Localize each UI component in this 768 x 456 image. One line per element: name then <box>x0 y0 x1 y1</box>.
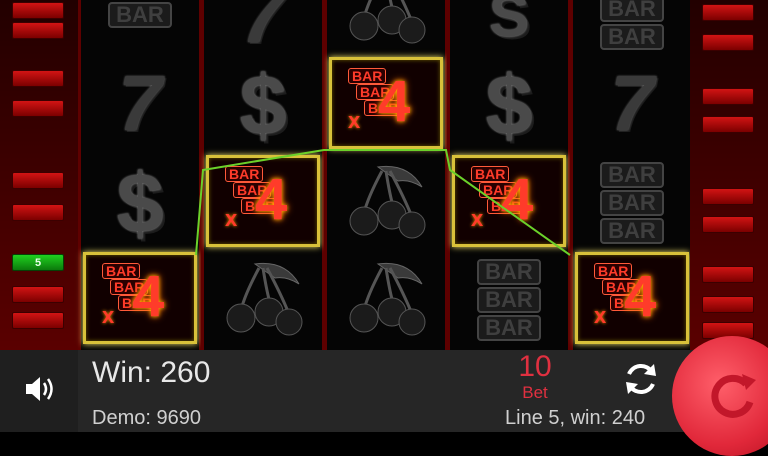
bonus-multiplier-x: x <box>594 303 607 328</box>
bonus-multiplier-x: x <box>471 206 484 231</box>
seven-symbol: 7 <box>241 0 285 59</box>
bonus-symbol-winning: BAR BAR BAR x 4 <box>206 155 320 247</box>
demo-label: Demo: <box>92 407 151 429</box>
cherry-icon <box>349 0 426 44</box>
triple-bar-symbol: BAR BAR BAR <box>452 255 566 345</box>
bar-word: BAR <box>477 259 541 285</box>
bonus-multiplier-x: x <box>348 108 361 133</box>
bonus-multiplier-number: 4 <box>255 167 288 232</box>
cherry-symbol <box>329 155 443 245</box>
bonus-symbol-winning: BAR BAR BAR x 4 <box>83 252 197 344</box>
bar-word: BAR <box>477 315 541 341</box>
bonus-multiplier-x: x <box>102 303 115 328</box>
bar-word: BAR <box>600 218 664 244</box>
spin-icon[interactable] <box>706 368 762 424</box>
line-indicator[interactable] <box>702 266 754 283</box>
dollar-symbol: $ <box>116 155 164 250</box>
win-label: Win: <box>92 356 152 389</box>
reel-5: BAR BAR 7 BAR BAR BAR BAR BAR BAR x 4 <box>570 0 694 350</box>
line-indicator[interactable] <box>12 22 64 39</box>
cherry-icon <box>349 262 426 336</box>
cherry-symbol <box>206 252 320 342</box>
line-win-info: Line 5, win: 240 <box>505 407 646 429</box>
line-indicator[interactable] <box>12 2 64 19</box>
win-display: Win: 260 <box>92 356 210 390</box>
right-line-indicators <box>690 0 768 350</box>
triple-bar-symbol: BAR BAR BAR <box>575 158 689 248</box>
bonus-symbol-art: BAR BAR BAR x 4 <box>219 166 307 236</box>
reel-4: S $ BAR BAR BAR x 4 BAR BAR BAR <box>447 0 571 350</box>
line-indicator[interactable] <box>702 188 754 205</box>
line-indicator[interactable] <box>702 88 754 105</box>
line-indicator[interactable] <box>702 296 754 313</box>
cherry-icon <box>226 262 303 336</box>
bar-word: BAR <box>600 24 664 50</box>
refresh-icon[interactable] <box>620 358 662 400</box>
line-indicator[interactable] <box>702 116 754 133</box>
bar-word: BAR <box>600 0 664 22</box>
bar-word: BAR <box>477 287 541 313</box>
line-indicator[interactable] <box>702 4 754 21</box>
bonus-multiplier-number: 4 <box>624 264 657 329</box>
bet-value[interactable]: 10 <box>505 350 565 384</box>
bonus-symbol-art: BAR BAR BAR x 4 <box>588 263 676 333</box>
line-indicator[interactable] <box>702 216 754 233</box>
cherry-symbol <box>329 252 443 342</box>
reels: BAR 7 $ BAR BAR BAR x 4 7 $ BAR BAR BAR … <box>78 0 694 350</box>
bonus-symbol-winning: BAR BAR BAR x 4 <box>575 252 689 344</box>
speaker-icon[interactable] <box>22 373 58 405</box>
line-indicator[interactable] <box>12 204 64 221</box>
bonus-symbol-winning: BAR BAR BAR x 4 <box>329 57 443 149</box>
line-indicator[interactable] <box>12 70 64 87</box>
bonus-multiplier-x: x <box>225 206 238 231</box>
line-indicator[interactable] <box>12 312 64 329</box>
bar-word: BAR <box>600 162 664 188</box>
seven-symbol: 7 <box>118 58 162 147</box>
line-indicator[interactable] <box>12 286 64 303</box>
bar-word: BAR <box>108 2 172 28</box>
bonus-multiplier-number: 4 <box>378 69 411 134</box>
bonus-symbol-art: BAR BAR BAR x 4 <box>342 68 430 138</box>
cherry-symbol <box>329 0 443 50</box>
bonus-symbol-art: BAR BAR BAR x 4 <box>465 166 553 236</box>
line-indicator-active[interactable]: 5 <box>12 254 64 271</box>
seven-symbol: 7 <box>610 58 654 147</box>
reel-2: 7 $ BAR BAR BAR x 4 <box>201 0 325 350</box>
win-value: 260 <box>160 356 211 389</box>
bonus-symbol-art: BAR BAR BAR x 4 <box>96 263 184 333</box>
bonus-multiplier-number: 4 <box>132 264 165 329</box>
line-indicator[interactable] <box>702 34 754 51</box>
dollar-symbol: $ <box>485 57 533 152</box>
bar-word: BAR <box>600 190 664 216</box>
bonus-symbol-winning: BAR BAR BAR x 4 <box>452 155 566 247</box>
slot-stage: 5 BAR 7 $ BAR BAR BAR x 4 7 $ BAR BAR BA… <box>0 0 768 350</box>
line-indicator[interactable] <box>12 172 64 189</box>
reel-3: BAR BAR BAR x 4 <box>324 0 448 350</box>
reel-1: BAR 7 $ BAR BAR BAR x 4 <box>78 0 202 350</box>
dollar-symbol: $ <box>239 57 287 152</box>
cherry-icon <box>349 165 426 239</box>
bar-symbol: BAR <box>83 0 197 60</box>
bet-label[interactable]: Bet <box>505 383 565 403</box>
line-indicator[interactable] <box>12 100 64 117</box>
demo-balance: Demo: 9690 <box>92 407 201 430</box>
dollar-symbol: S <box>488 0 530 49</box>
demo-value: 9690 <box>156 407 201 429</box>
left-line-indicators: 5 <box>0 0 78 350</box>
bonus-multiplier-number: 4 <box>501 167 534 232</box>
